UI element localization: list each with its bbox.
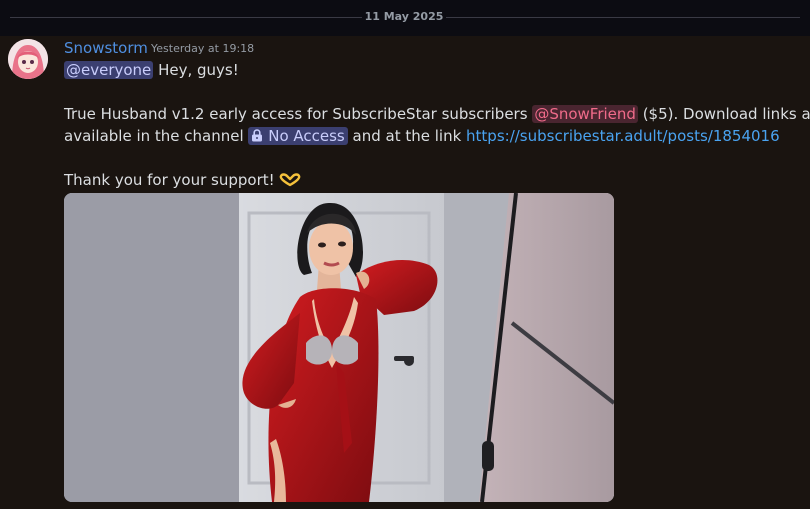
channel-mention[interactable]: No Access [248,127,348,145]
greeting-text: Hey, guys! [153,61,239,79]
role-mention[interactable]: @SnowFriend [532,105,638,123]
channel-text-b: and at the link [347,127,467,145]
message-line-4: Thank you for your support! [64,169,301,191]
message-line-1: @everyone Hey, guys! [64,59,239,81]
everyone-mention[interactable]: @everyone [64,61,154,79]
subscribestar-link[interactable]: https://subscribestar.adult/posts/185401… [466,127,780,145]
divider-line-left [10,17,362,18]
channel-name: No Access [268,127,345,145]
date-divider-label: 11 May 2025 [364,10,444,23]
message-line-2: True Husband v1.2 early access for Subsc… [64,103,810,125]
message-timestamp[interactable]: Yesterday at 19:18 [151,42,254,55]
thanks-text: Thank you for your support! [64,171,280,189]
lock-icon [251,127,263,145]
announcement-text-a: True Husband v1.2 early access for Subsc… [64,105,533,123]
message-line-3: available in the channel No Access and a… [64,125,780,147]
announcement-text-b: ($5). Download links are [637,105,810,123]
message-author[interactable]: Snowstorm [64,39,148,57]
heart-hands-emoji-icon [279,171,301,189]
channel-text-a: available in the channel [64,127,249,145]
date-divider: 11 May 2025 [0,0,810,36]
attachment-image [64,193,614,502]
image-attachment[interactable] [64,193,614,502]
divider-line-right [446,17,800,18]
avatar[interactable] [8,39,48,79]
